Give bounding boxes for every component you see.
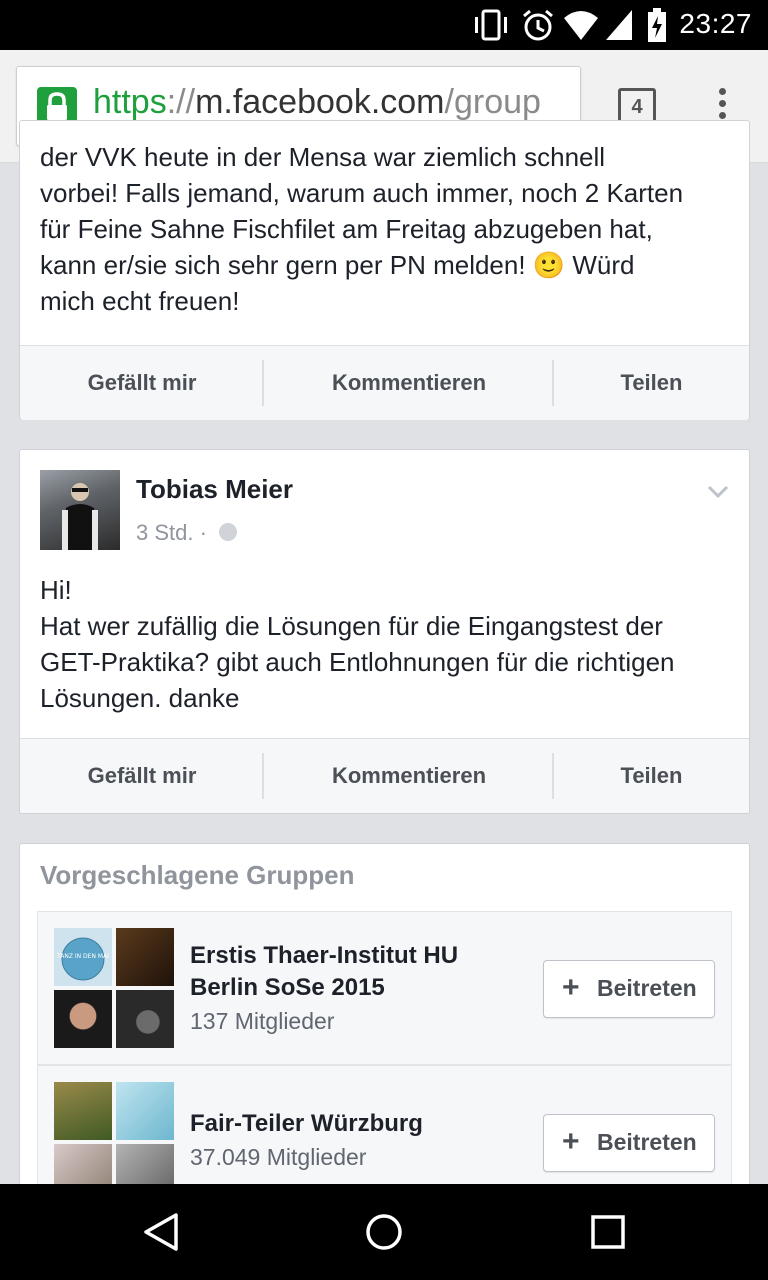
post-line: vorbei! Falls jemand, warum auch immer, … [40, 178, 684, 208]
post-author[interactable]: Tobias Meier [136, 474, 293, 505]
post-line: Lösungen. danke [40, 683, 240, 713]
post-body: der VVK heute in der Mensa war ziemlich … [40, 139, 730, 319]
post-line: Hat wer zufällig die Lösungen für die Ei… [40, 611, 663, 641]
post-line: GET-Praktika? gibt auch Entlohnungen für… [40, 647, 675, 677]
wifi-icon [564, 11, 598, 40]
suggested-groups-card: Vorgeschlagene Gruppen TANZ IN DEN MAI E… [19, 843, 750, 1207]
group-thumb [116, 1082, 174, 1140]
group-thumbnails: TANZ IN DEN MAI [54, 928, 174, 1048]
group-item[interactable]: TANZ IN DEN MAI Erstis Thaer-Institut HU… [37, 911, 732, 1065]
group-members: 137 Mitglieder [190, 1008, 335, 1034]
post-actions: Gefällt mir Kommentieren Teilen [20, 738, 749, 813]
vibrate-icon [475, 9, 507, 41]
group-name-line: Erstis Thaer-Institut HU [190, 942, 459, 969]
share-button[interactable]: Teilen [554, 739, 749, 813]
plus-icon: + [562, 971, 580, 1004]
alarm-icon [523, 9, 553, 41]
post-line: Hi! [40, 575, 72, 605]
post-card: Tobias Meier 3 Std. · Hi! Hat wer zufäll… [19, 449, 750, 814]
url-separator: :// [166, 83, 196, 121]
recents-icon[interactable] [590, 1214, 626, 1250]
post-line: kann er/sie sich sehr gern per PN melden… [40, 250, 635, 280]
post-meta: 3 Std. · [136, 520, 238, 546]
group-name[interactable]: Erstis Thaer-Institut HU Berlin SoSe 201… [190, 940, 490, 1004]
url-path: /group [444, 83, 541, 121]
thumb-text: TANZ IN DEN MAI [56, 953, 109, 960]
post-line: für Feine Sahne Fischfilet am Freitag ab… [40, 214, 653, 244]
like-button[interactable]: Gefällt mir [20, 739, 264, 813]
group-members: 37.049 Mitglieder [190, 1144, 367, 1170]
navigation-bar [0, 1184, 768, 1280]
back-icon[interactable] [142, 1212, 180, 1252]
post-card: der VVK heute in der Mensa war ziemlich … [19, 120, 750, 420]
group-thumb [54, 990, 112, 1048]
meta-dot: · [199, 520, 207, 545]
post-actions: Gefällt mir Kommentieren Teilen [20, 345, 749, 420]
join-button[interactable]: + Beitreten [543, 1114, 715, 1172]
menu-icon[interactable] [712, 88, 732, 124]
share-button[interactable]: Teilen [554, 346, 749, 420]
group-name[interactable]: Fair-Teiler Würzburg [190, 1108, 490, 1140]
avatar[interactable] [40, 470, 120, 550]
status-bar: 23:27 [0, 0, 768, 50]
group-thumb [116, 990, 174, 1048]
post-line: der VVK heute in der Mensa war ziemlich … [40, 142, 606, 172]
like-button[interactable]: Gefällt mir [20, 346, 264, 420]
group-name-line: Berlin SoSe 2015 [190, 974, 385, 1001]
plus-icon: + [562, 1125, 580, 1158]
join-label: Beitreten [597, 975, 697, 1001]
globe-icon [219, 523, 238, 542]
comment-button[interactable]: Kommentieren [264, 346, 554, 420]
url-host: m.facebook.com [195, 83, 445, 121]
url-text: https://m.facebook.com/group [93, 83, 541, 122]
url-scheme: https [93, 83, 167, 121]
suggested-groups-title: Vorgeschlagene Gruppen [40, 860, 355, 890]
join-button[interactable]: + Beitreten [543, 960, 715, 1018]
post-time[interactable]: 3 Std. [136, 520, 193, 545]
comment-button[interactable]: Kommentieren [264, 739, 554, 813]
battery-icon [648, 8, 666, 42]
group-thumb [54, 1082, 112, 1140]
group-thumb: TANZ IN DEN MAI [54, 928, 112, 986]
status-time: 23:27 [679, 8, 752, 39]
signal-icon [606, 10, 632, 40]
post-line: mich echt freuen! [40, 286, 240, 316]
chevron-down-icon[interactable] [707, 480, 729, 502]
group-thumb [116, 928, 174, 986]
post-body: Hi! Hat wer zufällig die Lösungen für di… [40, 572, 730, 716]
join-label: Beitreten [597, 1129, 697, 1155]
home-icon[interactable] [364, 1212, 404, 1252]
